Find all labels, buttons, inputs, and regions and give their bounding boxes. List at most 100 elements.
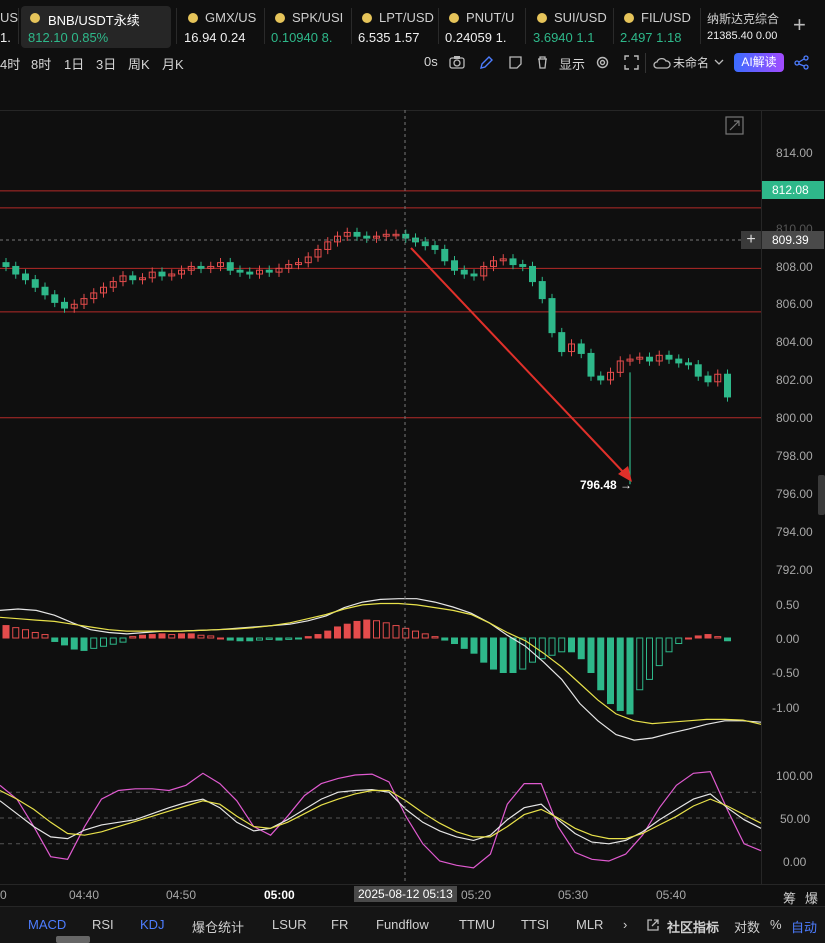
macd-bar [577,637,585,660]
chip-button[interactable]: 筹 [783,888,796,907]
candle-body [129,275,137,281]
macd-bar [295,637,302,640]
tab-kdj[interactable]: KDJ [140,917,165,932]
candle-body [246,271,254,275]
macd-tick: 0.00 [776,632,800,646]
macd-bar [568,637,575,653]
macd-bar [421,633,429,639]
time-tick: 04:50 [166,888,197,902]
candle-body [2,262,10,267]
macd-bar [119,637,127,643]
macd-bar [22,629,29,639]
candle-body [646,356,653,362]
kdj-tick: 0.00 [783,855,807,869]
macd-bar [304,636,312,639]
crosshair-time-tag: 2025-08-12 05:13 [354,886,457,902]
macd-tick: 0.50 [776,598,800,612]
kdj-k-line [0,788,762,845]
tab-fundflow[interactable]: Fundflow [376,917,429,932]
tab-ttmu[interactable]: TTMU [459,917,495,932]
macd-bar [158,633,166,639]
macd-bar [626,637,634,715]
macd-bar [197,634,205,639]
time-axis[interactable]: 0 04:40 04:50 05:00 2025-08-12 05:13 05:… [0,884,825,906]
add-alert-button[interactable]: + [741,231,761,249]
expand-arrow [729,120,740,131]
macd-bar [187,633,195,639]
candle-body [421,241,429,247]
macd-bar [704,634,712,639]
macd-pane [0,598,762,741]
macd-bar [129,636,137,639]
price-tick: 792.00 [776,563,813,577]
macd-bar [70,637,78,650]
price-tick: 804.00 [776,335,813,349]
macd-bar [61,637,68,646]
macd-bar [236,637,244,642]
candle-body [41,286,49,296]
auto-scale-toggle[interactable]: 自动 [791,917,817,936]
tab-mlr[interactable]: MLR [576,917,603,932]
macd-bar [80,637,88,651]
tab-lsur[interactable]: LSUR [272,917,307,932]
candle-body [51,294,59,303]
tab-ttsi[interactable]: TTSI [521,917,549,932]
candle-body [197,265,205,269]
macd-bar [334,626,341,639]
candle-body [548,298,556,334]
kdj-j-line [0,770,762,869]
time-tick: 05:30 [558,888,589,902]
macd-bar [256,637,263,641]
macd-bar [607,637,614,705]
macd-bar [490,637,497,670]
tab-fr[interactable]: FR [331,917,348,932]
candle-body [724,373,731,398]
macd-bar [226,637,234,641]
macd-bar [597,637,605,691]
liquidation-button[interactable]: 爆 [805,888,818,907]
price-chart[interactable] [0,0,825,942]
macd-bar [343,623,351,639]
horizontal-levels [0,190,761,419]
candle-body [236,269,244,273]
crosshair-price-tag: 809.39 [762,231,824,249]
time-tick: 04:40 [69,888,100,902]
macd-bar [470,637,478,654]
percent-scale-toggle[interactable]: % [770,917,782,932]
macd-bar [655,637,663,667]
candle-body [402,233,410,239]
candle-body [558,332,566,353]
scrollbar-handle[interactable] [818,475,825,515]
kdj-tick: 100.00 [776,769,813,783]
macd-bar [109,637,117,645]
tab-liquidation-stats[interactable]: 爆仓统计 [192,917,244,936]
community-indicators[interactable]: 社区指标 [667,917,719,936]
macd-bar [675,637,683,645]
time-tick: 05:40 [656,888,687,902]
candle-body [22,273,29,281]
macd-bar [353,620,361,639]
tab-macd[interactable]: MACD [28,917,66,932]
candle-body [265,269,273,273]
macd-bar [31,631,39,639]
price-tick: 814.00 [776,146,813,160]
tab-rsi[interactable]: RSI [92,917,114,932]
macd-bar [207,635,215,639]
macd-bar [538,637,546,660]
macd-bar [12,627,20,639]
macd-bar [685,637,692,640]
log-scale-toggle[interactable]: 对数 [734,917,760,936]
macd-bar [41,634,49,639]
kdj-pane [0,770,762,869]
macd-bar [392,625,400,639]
candle-body [470,273,478,277]
macd-bar [451,637,458,645]
macd-bar [139,634,146,639]
price-tick: 802.00 [776,373,813,387]
macd-bar [412,630,419,639]
macd-bar [178,633,185,639]
macd-bar [616,637,624,711]
tabs-more-chevron[interactable]: › [623,917,627,932]
external-link-icon[interactable] [646,918,660,932]
candle-body [460,269,468,275]
